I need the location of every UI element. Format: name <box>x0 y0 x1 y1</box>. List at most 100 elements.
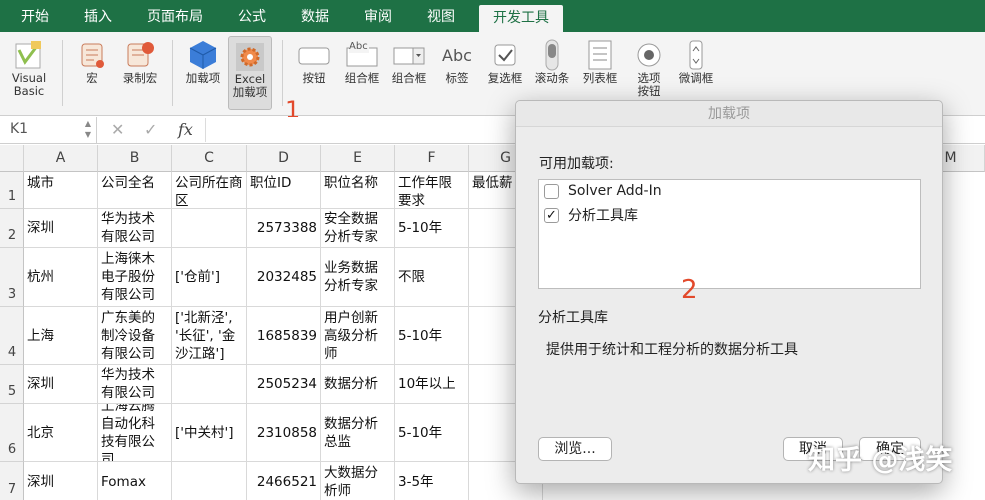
header-cell[interactable]: 公司所在商区 <box>172 172 247 209</box>
column-header[interactable]: C <box>172 145 247 172</box>
table-cell[interactable]: 2505234 <box>247 365 321 404</box>
button-control-icon <box>298 47 330 65</box>
table-cell[interactable]: 深圳 <box>24 365 98 404</box>
visual-basic-label: Visual Basic <box>11 71 47 98</box>
table-cell[interactable]: 不限 <box>395 248 469 307</box>
table-cell[interactable]: 华为技术有限公司 <box>98 365 172 404</box>
checkbox-icon <box>494 44 516 66</box>
header-cell[interactable]: 城市 <box>24 172 98 209</box>
table-cell[interactable]: 2466521 <box>247 462 321 500</box>
row-header[interactable]: 3 <box>0 248 24 307</box>
header-cell[interactable]: 职位名称 <box>321 172 395 209</box>
available-addins-label: 可用加载项: <box>539 156 614 172</box>
visual-basic-button[interactable]: Visual Basic <box>8 38 50 98</box>
tab-2[interactable]: 页面布局 <box>136 0 214 32</box>
table-cell[interactable]: 深圳 <box>24 209 98 248</box>
table-cell[interactable]: Fomax <box>98 462 172 500</box>
header-cell[interactable]: 职位ID <box>247 172 321 209</box>
table-cell[interactable]: 数据分析 <box>321 365 395 404</box>
macro-button[interactable]: 宏 <box>74 38 110 85</box>
analysis-toolpak-checkbox[interactable]: ✓ <box>544 207 559 223</box>
tab-5[interactable]: 审阅 <box>353 0 403 32</box>
table-cell[interactable]: 上海云腾自动化科技有限公司 <box>98 404 172 462</box>
addin-item-analysis-toolpak[interactable]: ✓ 分析工具库 <box>544 205 638 225</box>
table-cell[interactable]: 3-5年 <box>395 462 469 500</box>
tab-1[interactable]: 插入 <box>73 0 123 32</box>
table-cell[interactable]: 安全数据分析专家 <box>321 209 395 248</box>
addins-button[interactable]: 加载项 <box>182 38 224 85</box>
checkbox-label: 复选框 <box>487 71 523 85</box>
header-cell[interactable]: 工作年限要求 <box>395 172 469 209</box>
combo-box-control[interactable]: 组合框 <box>389 38 429 85</box>
enter-formula-icon[interactable]: ✓ <box>144 120 157 139</box>
table-cell[interactable]: 10年以上 <box>395 365 469 404</box>
spinner-control[interactable]: 微调框 <box>676 38 716 85</box>
row-header[interactable]: 5 <box>0 365 24 404</box>
row-number: 5 <box>7 384 17 399</box>
table-cell[interactable]: 上海 <box>24 307 98 365</box>
tab-7[interactable]: 开发工具 <box>479 5 563 32</box>
table-cell[interactable]: 2573388 <box>247 209 321 248</box>
tab-6[interactable]: 视图 <box>416 0 466 32</box>
column-header[interactable]: A <box>24 145 98 172</box>
table-cell[interactable]: ['仓前'] <box>172 248 247 307</box>
table-cell[interactable] <box>172 209 247 248</box>
row-header[interactable]: 2 <box>0 209 24 248</box>
name-box-spinner-icon[interactable]: ▲ ▼ <box>85 118 91 140</box>
table-cell[interactable]: 深圳 <box>24 462 98 500</box>
column-header[interactable]: B <box>98 145 172 172</box>
record-macro-button[interactable]: 录制宏 <box>119 38 161 85</box>
table-cell[interactable]: 业务数据分析专家 <box>321 248 395 307</box>
excel-addins-button[interactable]: Excel 加载项 <box>228 36 272 110</box>
listbox-label: 列表框 <box>582 71 618 85</box>
formula-input[interactable] <box>205 118 505 142</box>
column-header[interactable]: D <box>247 145 321 172</box>
name-box[interactable]: K1 ▲ ▼ <box>0 117 97 143</box>
name-box-value: K1 <box>10 121 29 137</box>
listbox-control[interactable]: 列表框 <box>580 38 620 85</box>
record-macro-icon <box>127 42 154 67</box>
header-cell[interactable]: 公司全名 <box>98 172 172 209</box>
cancel-formula-icon[interactable]: ✕ <box>111 120 124 139</box>
addin-item-solver[interactable]: Solver Add-In <box>544 183 662 199</box>
table-cell[interactable]: 1685839 <box>247 307 321 365</box>
checkbox-control[interactable]: 复选框 <box>485 38 525 85</box>
table-cell[interactable]: 用户创新高级分析师 <box>321 307 395 365</box>
function-icon[interactable]: fx <box>178 120 193 139</box>
table-cell[interactable]: 5-10年 <box>395 404 469 462</box>
row-header[interactable]: 4 <box>0 307 24 365</box>
table-cell[interactable] <box>172 365 247 404</box>
row-number: 4 <box>7 345 17 360</box>
row-header[interactable]: 6 <box>0 404 24 462</box>
row-header[interactable]: 7 <box>0 462 24 500</box>
table-cell[interactable]: 2032485 <box>247 248 321 307</box>
solver-checkbox[interactable] <box>544 183 559 199</box>
table-cell[interactable]: 数据分析总监 <box>321 404 395 462</box>
form-button-control[interactable]: 按钮 <box>296 38 332 85</box>
column-header[interactable]: F <box>395 145 469 172</box>
scrollbar-control[interactable]: 滚动条 <box>532 38 572 85</box>
tab-4[interactable]: 数据 <box>290 0 340 32</box>
table-cell[interactable]: ['中关村'] <box>172 404 247 462</box>
table-cell[interactable]: ['北新泾', '长征', '金沙江路'] <box>172 307 247 365</box>
table-cell[interactable]: 北京 <box>24 404 98 462</box>
addins-label: 加载项 <box>185 71 221 85</box>
tab-0[interactable]: 开始 <box>10 0 60 32</box>
row-header[interactable]: 1 <box>0 172 24 209</box>
table-cell[interactable]: 广东美的制冷设备有限公司 <box>98 307 172 365</box>
table-cell[interactable]: 大数据分析师 <box>321 462 395 500</box>
table-cell[interactable]: 华为技术有限公司 <box>98 209 172 248</box>
table-cell[interactable]: 5-10年 <box>395 307 469 365</box>
table-cell[interactable]: 杭州 <box>24 248 98 307</box>
column-header[interactable]: E <box>321 145 395 172</box>
option-button-control[interactable]: 选项 按钮 <box>631 38 667 98</box>
tab-3[interactable]: 公式 <box>227 0 277 32</box>
addins-listbox[interactable]: Solver Add-In ✓ 分析工具库 2 <box>538 179 921 305</box>
browse-button[interactable]: 浏览... <box>538 437 612 461</box>
label-control[interactable]: Abc 标签 <box>439 38 475 85</box>
table-cell[interactable]: 5-10年 <box>395 209 469 248</box>
table-cell[interactable]: 上海徕木电子股份有限公司 <box>98 248 172 307</box>
table-cell[interactable] <box>172 462 247 500</box>
select-all-corner[interactable] <box>0 145 24 172</box>
table-cell[interactable]: 2310858 <box>247 404 321 462</box>
